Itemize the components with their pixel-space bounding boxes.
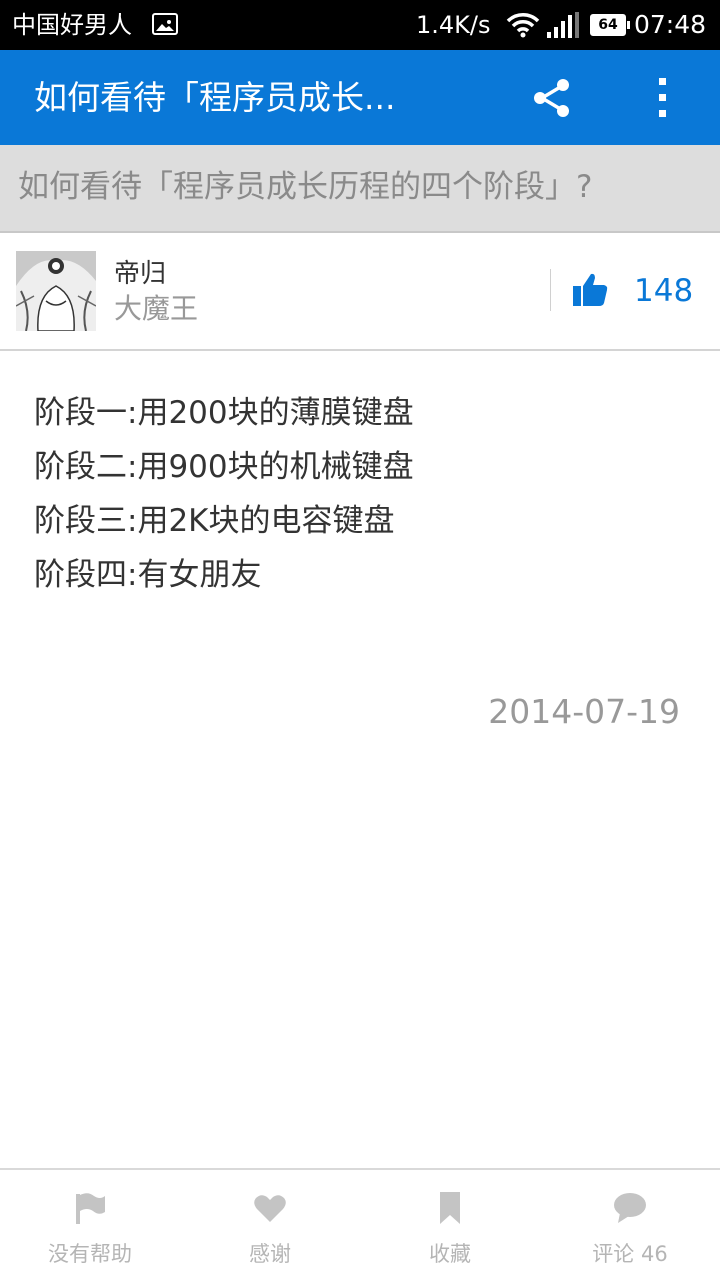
heart-icon — [254, 1195, 286, 1222]
collect-label: 收藏 — [429, 1242, 471, 1266]
battery-icon: 64 — [590, 14, 630, 36]
bottom-action-bar: 没有帮助 感谢 收藏 评论 46 — [0, 1168, 720, 1282]
answer-line: 阶段一:用200块的薄膜键盘 — [34, 395, 414, 431]
wifi-icon — [506, 12, 540, 42]
answer-line: 阶段二:用900块的机械键盘 — [34, 449, 414, 485]
page-title: 如何看待「程序员成长... — [34, 78, 396, 117]
status-bar: 中国好男人 1.4K/s 64 07:48 — [0, 0, 720, 50]
share-button[interactable] — [526, 72, 578, 124]
clock: 07:48 — [634, 10, 707, 39]
network-speed: 1.4K/s — [416, 11, 491, 39]
thanks-button[interactable]: 感谢 — [180, 1170, 360, 1282]
signal-icon — [547, 12, 579, 42]
vote-count: 148 — [634, 273, 694, 309]
question-header[interactable]: 如何看待「程序员成长历程的四个阶段」? — [0, 145, 720, 233]
vote-up-button[interactable]: 148 — [572, 267, 702, 317]
answer-line: 阶段三:用2K块的电容键盘 — [34, 503, 395, 539]
carrier-name: 中国好男人 — [12, 11, 132, 39]
author-name[interactable]: 帝归 — [114, 257, 166, 291]
answer-line: 阶段四:有女朋友 — [34, 557, 262, 593]
share-icon — [534, 79, 569, 117]
collect-button[interactable]: 收藏 — [360, 1170, 540, 1282]
not-helpful-button[interactable]: 没有帮助 — [0, 1170, 180, 1282]
comment-icon — [614, 1193, 646, 1223]
not-helpful-label: 没有帮助 — [48, 1242, 132, 1266]
answer-date: 2014-07-19 — [488, 692, 680, 731]
comments-button[interactable]: 评论 46 — [540, 1170, 720, 1282]
thanks-label: 感谢 — [249, 1242, 291, 1266]
divider — [550, 269, 551, 311]
avatar[interactable] — [16, 251, 96, 331]
more-options-button[interactable] — [642, 72, 682, 124]
more-vert-icon — [659, 78, 666, 117]
flag-icon — [76, 1193, 105, 1224]
app-bar: 如何看待「程序员成长... — [0, 50, 720, 145]
image-notification-icon — [152, 13, 178, 35]
comments-label: 评论 46 — [592, 1242, 668, 1266]
answer-content: 阶段一:用200块的薄膜键盘 阶段二:用900块的机械键盘 阶段三:用2K块的电… — [34, 386, 684, 602]
question-title: 如何看待「程序员成长历程的四个阶段」? — [18, 169, 593, 205]
thumb-up-icon — [573, 273, 608, 306]
bookmark-icon — [440, 1192, 460, 1224]
author-bio: 大魔王 — [114, 292, 199, 325]
author-row: 帝归 大魔王 148 — [0, 233, 720, 351]
